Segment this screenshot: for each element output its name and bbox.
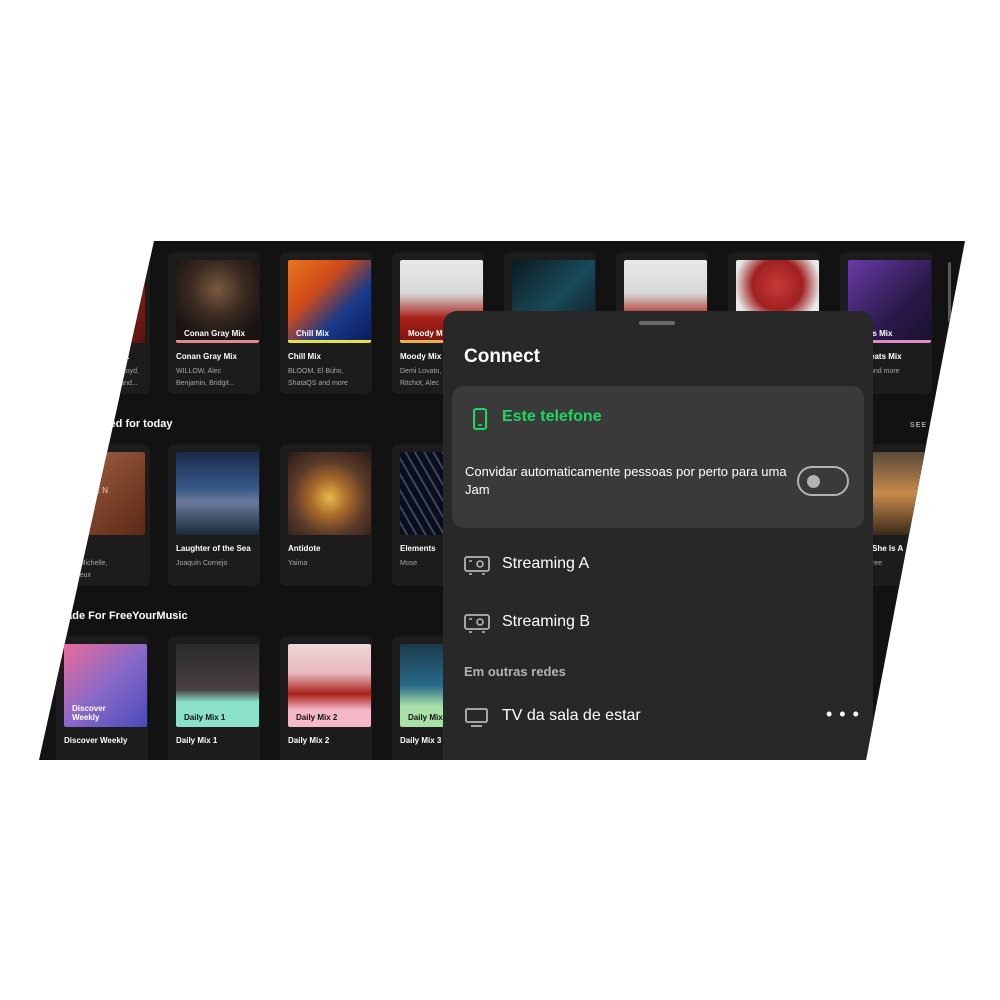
playlist-card[interactable]: LISTEN n ire Michelle, rtigeux [58, 444, 150, 586]
playlist-cover [62, 260, 145, 343]
playlist-subtitle: r Lloyd, [116, 368, 139, 375]
playlist-card[interactable]: Chill Mix Chill Mix BLOOM, El Búho, Shat… [280, 252, 372, 394]
playlist-card[interactable]: Laughter of the Sea Joaquín Cornejo [168, 444, 260, 586]
current-device-name[interactable]: Este telefone [502, 408, 602, 426]
playlist-cover: Daily Mix 1 [176, 644, 259, 727]
sheet-title: Connect [464, 346, 540, 367]
playlist-subtitle: rtigeux [70, 572, 92, 579]
other-networks-heading: Em outras redes [464, 664, 566, 679]
playlist-title: eats Mix [870, 352, 902, 361]
cover-label: Conan Gray Mix [184, 329, 245, 338]
cover-label: Chill Mix [296, 329, 329, 338]
playlist-title: n [80, 544, 85, 553]
speaker-icon [464, 613, 490, 633]
cover-label: Daily Mix [408, 713, 443, 722]
playlist-subtitle: Mose [400, 560, 418, 567]
section-title: Made For FreeYourMusic [57, 610, 188, 622]
playlist-card[interactable]: Mix r Lloyd, r and... [58, 252, 150, 394]
playlist-title: She Is A [872, 544, 904, 553]
cover-label: Daily Mix 1 [184, 713, 226, 722]
jam-toggle[interactable] [797, 466, 849, 496]
scrollbar[interactable] [948, 262, 951, 322]
more-icon[interactable]: • • • [826, 705, 860, 723]
playlist-card[interactable]: Discover Weekly Discover Weekly [56, 636, 148, 760]
current-device-panel: Este telefone Convidar automaticamente p… [452, 386, 864, 528]
device-streaming-b[interactable]: Streaming B [443, 603, 873, 643]
cover-label: Daily Mix 2 [296, 713, 338, 722]
playlist-title: Antidote [288, 544, 321, 553]
playlist-subtitle: ShataQS and more [288, 380, 348, 387]
playlist-subtitle: ree [872, 560, 883, 567]
playlist-subtitle: r and... [116, 380, 138, 387]
playlist-subtitle: BLOOM, El Búho, [288, 368, 344, 375]
playlist-cover: Chill Mix [288, 260, 371, 343]
playlist-title: Elements [400, 544, 436, 553]
playlist-title: Chill Mix [288, 352, 321, 361]
jam-toggle-label: Convidar automaticamente pessoas por per… [465, 464, 787, 497]
playlist-title: Laughter of the Sea [176, 544, 251, 553]
playlist-title: Daily Mix 1 [176, 736, 218, 745]
playlist-cover: Discover Weekly [64, 644, 147, 727]
connect-sheet: Connect Este telefone Convidar automatic… [443, 311, 873, 760]
playlist-card[interactable]: Daily Mix 2 Daily Mix 2 [280, 636, 372, 760]
playlist-title: Conan Gray Mix [176, 352, 237, 361]
playlist-cover [176, 452, 259, 535]
playlist-cover: LISTEN [62, 452, 145, 535]
playlist-card[interactable]: Conan Gray Mix Conan Gray Mix WILLOW, Al… [168, 252, 260, 394]
phone-icon [472, 408, 488, 435]
playlist-title: Moody Mix [400, 352, 442, 361]
see-all-link[interactable]: SEE A [910, 422, 936, 429]
section-title: ended for today [90, 418, 173, 430]
playlist-subtitle: Benjamin, Bridgit... [176, 380, 235, 387]
device-label: Streaming B [502, 613, 591, 630]
playlist-subtitle: Yaima [288, 560, 308, 567]
playlist-title: Discover Weekly [64, 736, 128, 745]
device-tv[interactable]: TV da sala de estar • • • [443, 697, 873, 737]
playlist-subtitle: WILLOW, Alec [176, 368, 222, 375]
tv-icon [464, 707, 490, 727]
device-label: Streaming A [502, 555, 590, 572]
playlist-cover: Daily Mix 2 [288, 644, 371, 727]
cover-label: Discover Weekly [72, 704, 106, 722]
cover-label: LISTEN [70, 486, 111, 495]
playlist-cover [288, 452, 371, 535]
playlist-card[interactable]: Antidote Yaima [280, 444, 372, 586]
speaker-icon [464, 555, 490, 575]
playlist-title: Mix [116, 352, 130, 361]
playlist-cover [870, 452, 953, 535]
playlist-cover: Conan Gray Mix [176, 260, 259, 343]
playlist-title: Daily Mix 3 [400, 736, 442, 745]
drag-handle[interactable] [639, 321, 675, 325]
playlist-subtitle: Demi Lovato, [400, 368, 442, 375]
playlist-subtitle: Ritchot, Alec [400, 380, 439, 387]
playlist-subtitle: Joaquín Cornejo [176, 560, 228, 567]
playlist-card[interactable]: She Is A ree [862, 444, 954, 586]
device-streaming-a[interactable]: Streaming A [443, 545, 873, 585]
playlist-card[interactable]: Daily Mix 1 Daily Mix 1 [168, 636, 260, 760]
playlist-subtitle: and more [870, 368, 900, 375]
toggle-knob [807, 475, 820, 488]
playlist-subtitle: ire Michelle, [70, 560, 108, 567]
app-window: Mix r Lloyd, r and... Conan Gray Mix Con… [39, 241, 965, 760]
device-label: TV da sala de estar [502, 707, 641, 724]
playlist-title: Daily Mix 2 [288, 736, 330, 745]
